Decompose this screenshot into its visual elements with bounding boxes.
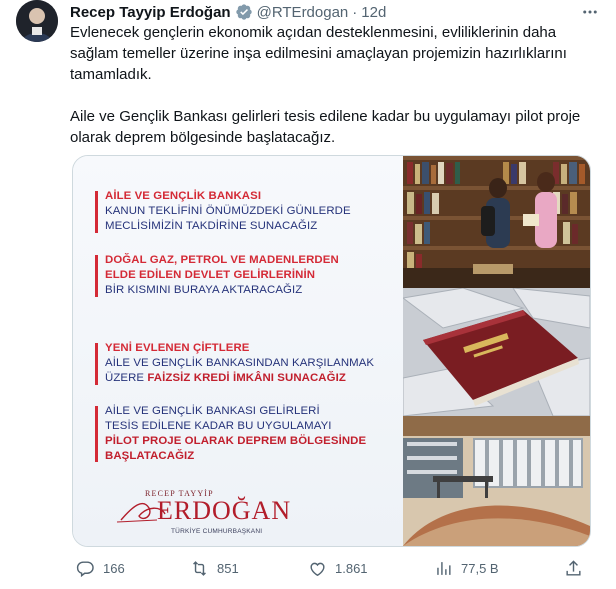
- block4-line1: AİLE VE GENÇLİK BANKASI GELİRLERİ: [105, 405, 320, 417]
- signature-name: ERDOĞAN: [157, 496, 292, 525]
- share-button[interactable]: [564, 556, 583, 580]
- views-button[interactable]: 77,5 B: [434, 556, 499, 580]
- red-accent-bar: [95, 255, 98, 297]
- tweet: Recep Tayyip Erdoğan @RTErdogan · 12d Ev…: [0, 0, 616, 589]
- author-name[interactable]: Recep Tayyip Erdoğan: [70, 4, 231, 21]
- block2-line2: ELDE EDİLEN DEVLET GELİRLERİNİN: [105, 269, 316, 281]
- author-handle[interactable]: @RTErdogan: [257, 4, 349, 21]
- block3-line1: YENİ EVLENEN ÇİFTLERE: [105, 342, 250, 354]
- tweet-paragraph-2: Aile ve Gençlik Bankası gelirleri tesis …: [70, 108, 581, 146]
- tweet-time[interactable]: 12d: [361, 4, 386, 21]
- media-block-3: YENİ EVLENEN ÇİFTLERE AİLE VE GENÇLİK BA…: [95, 341, 375, 386]
- media-photos: [403, 156, 590, 546]
- book-photo: [403, 288, 590, 416]
- media-text-panel: AİLE VE GENÇLİK BANKASI KANUN TEKLİFİNİ …: [73, 156, 403, 546]
- views-icon: [437, 561, 451, 575]
- block1-line2: KANUN TEKLİFİNİ ÖNÜMÜZDEKİ GÜNLERDE: [105, 205, 351, 217]
- block3-line3-start: ÜZERE: [105, 372, 148, 384]
- tweet-paragraph-1: Evlenecek gençlerin ekonomik açıdan dest…: [70, 24, 567, 83]
- separator-dot: ·: [352, 3, 358, 21]
- block4-line4: BAŞLATACAĞIZ: [105, 450, 195, 462]
- block3-line3-highlight: FAİZSİZ KREDİ İMKÂNI SUNACAĞIZ: [147, 372, 346, 384]
- like-count: 1.861: [335, 560, 368, 576]
- reply-count: 166: [103, 560, 125, 576]
- retweet-button[interactable]: 851: [190, 556, 239, 580]
- block2-line3: BİR KISMINI BURAYA AKTARACAĞIZ: [105, 284, 303, 296]
- block4-line3: PİLOT PROJE OLARAK DEPREM BÖLGESİNDE: [105, 435, 367, 447]
- verified-badge-icon: [235, 3, 253, 21]
- red-accent-bar: [95, 406, 98, 462]
- media-block-4: AİLE VE GENÇLİK BANKASI GELİRLERİ TESİS …: [95, 404, 367, 464]
- retweet-icon: [193, 560, 206, 576]
- reply-icon: [76, 560, 94, 577]
- views-count: 77,5 B: [461, 560, 499, 576]
- reply-button[interactable]: 166: [76, 556, 125, 580]
- library-photo: [403, 156, 590, 288]
- tweet-text: Evlenecek gençlerin ekonomik açıdan dest…: [70, 22, 590, 148]
- block1-line3: MECLİSİMİZİN TAKDİRİNE SUNACAĞIZ: [105, 220, 318, 232]
- tweet-media-image[interactable]: AİLE VE GENÇLİK BANKASI KANUN TEKLİFİNİ …: [72, 155, 591, 547]
- signature-title: TÜRKİYE CUMHURBAŞKANI: [171, 528, 263, 535]
- retweet-count: 851: [217, 560, 239, 576]
- like-button[interactable]: 1.861: [308, 556, 368, 580]
- red-accent-bar: [95, 343, 98, 385]
- block4-line2: TESİS EDİLENE KADAR BU UYGULAMAYI: [105, 420, 332, 432]
- modern-library-photo: [403, 416, 590, 546]
- share-icon: [566, 559, 581, 576]
- tweet-header: Recep Tayyip Erdoğan @RTErdogan · 12d: [70, 2, 386, 22]
- tweet-actions: 166 851 1.861 77,5 B: [68, 556, 598, 580]
- more-icon[interactable]: [578, 2, 602, 22]
- block1-line1: AİLE VE GENÇLİK BANKASI: [105, 190, 262, 202]
- media-block-2: DOĞAL GAZ, PETROL VE MADENLERDEN ELDE ED…: [95, 253, 339, 298]
- like-icon: [310, 562, 325, 576]
- red-accent-bar: [95, 191, 98, 233]
- avatar[interactable]: [16, 0, 58, 42]
- block2-line1: DOĞAL GAZ, PETROL VE MADENLERDEN: [105, 254, 339, 266]
- block3-line2: AİLE VE GENÇLİK BANKASINDAN KARŞILANMAK: [105, 357, 375, 369]
- media-block-1: AİLE VE GENÇLİK BANKASI KANUN TEKLİFİNİ …: [95, 189, 351, 234]
